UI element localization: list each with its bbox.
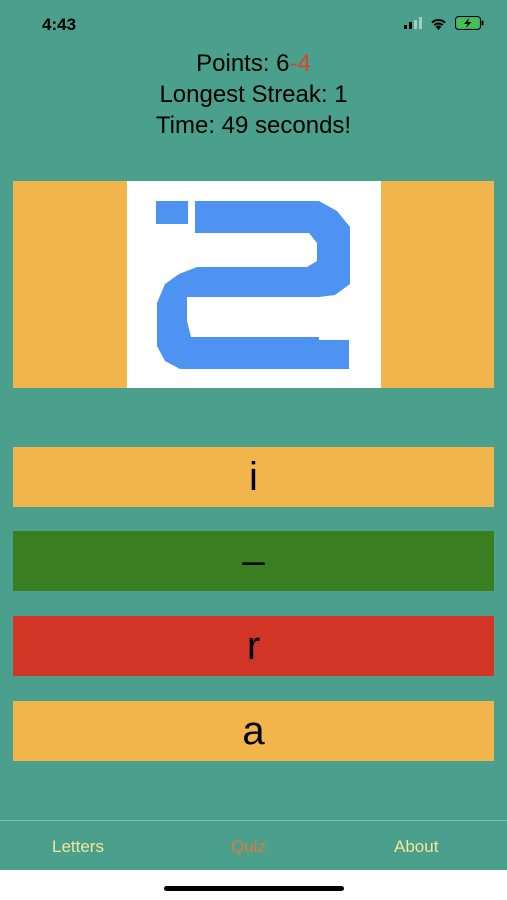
cellular-signal-icon bbox=[404, 17, 422, 29]
answer-option-3-label: r bbox=[246, 623, 261, 668]
points-wrong: -4 bbox=[289, 50, 311, 77]
points-correct: 6 bbox=[276, 50, 290, 77]
status-icons bbox=[404, 16, 485, 30]
answer-option-1-label: i bbox=[249, 454, 258, 499]
battery-charging-icon bbox=[455, 16, 484, 30]
status-bar: 4:43 bbox=[0, 0, 507, 48]
tab-bar: Letters Quiz About bbox=[0, 820, 507, 871]
points-label: Points: bbox=[196, 50, 277, 77]
answer-option-2[interactable]: – bbox=[13, 531, 494, 591]
answer-option-1[interactable]: i bbox=[13, 447, 494, 507]
home-indicator[interactable] bbox=[164, 886, 344, 891]
status-time: 4:43 bbox=[42, 15, 77, 34]
pixel-letter-icon bbox=[156, 201, 350, 369]
wifi-icon bbox=[431, 18, 446, 30]
time-text: Time: 49 seconds! bbox=[155, 112, 352, 139]
answer-option-4-label: a bbox=[242, 708, 265, 753]
points-text: Points: 6-4 bbox=[0, 48, 507, 79]
score-panel: Points: 6-4 Longest Streak: 1 Time: 49 s… bbox=[0, 48, 507, 141]
longest-streak-text: Longest Streak: 1 bbox=[159, 81, 348, 108]
tab-about[interactable]: About bbox=[394, 837, 438, 857]
home-indicator-area bbox=[0, 870, 507, 900]
question-card bbox=[13, 181, 494, 388]
question-image bbox=[127, 181, 381, 388]
tab-letters[interactable]: Letters bbox=[52, 837, 104, 857]
answer-option-4[interactable]: a bbox=[13, 701, 494, 761]
answer-option-2-label: – bbox=[242, 538, 265, 583]
tab-quiz[interactable]: Quiz bbox=[231, 837, 266, 857]
answer-option-3[interactable]: r bbox=[13, 616, 494, 676]
